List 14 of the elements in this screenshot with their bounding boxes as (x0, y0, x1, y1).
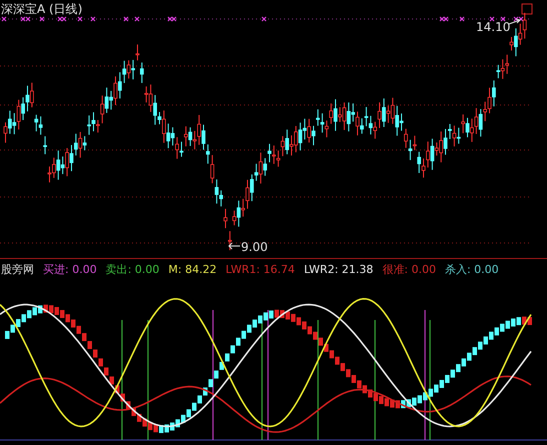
arrow-icon (508, 18, 521, 24)
price-label: 14.10 (476, 20, 510, 34)
square-icon[interactable] (522, 4, 532, 14)
indicator-reading: 买进: 0.00 (43, 262, 97, 277)
indicator-reading: M: 84.22 (168, 263, 217, 276)
price-label: 9.00 (241, 240, 268, 254)
indicator-reading: 杀入: 0.00 (444, 262, 499, 277)
indicator-reading: LWR2: 21.38 (304, 263, 374, 276)
indicator-reading: 卖出: 0.00 (106, 262, 160, 277)
indicator-name: 股旁网 (1, 262, 34, 277)
indicator-reading: LWR1: 16.74 (226, 263, 295, 276)
indicator-reading: 很准: 0.00 (382, 262, 436, 277)
arrow-icon (228, 242, 240, 250)
chart-title: 深深宝A (日线) (1, 1, 82, 18)
